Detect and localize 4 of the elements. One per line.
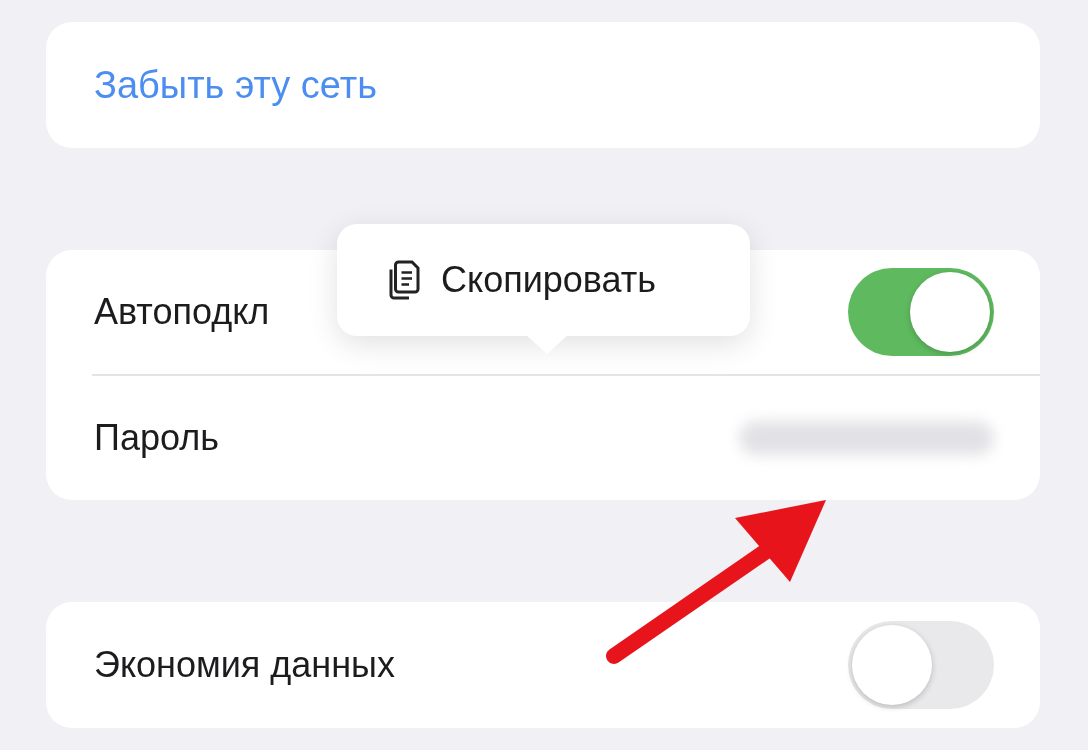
setting-label: Экономия данных	[94, 644, 395, 686]
setting-label: Пароль	[94, 417, 219, 459]
copy-menu-item[interactable]: Скопировать	[337, 224, 692, 336]
setting-label: Автоподкл	[94, 291, 270, 333]
